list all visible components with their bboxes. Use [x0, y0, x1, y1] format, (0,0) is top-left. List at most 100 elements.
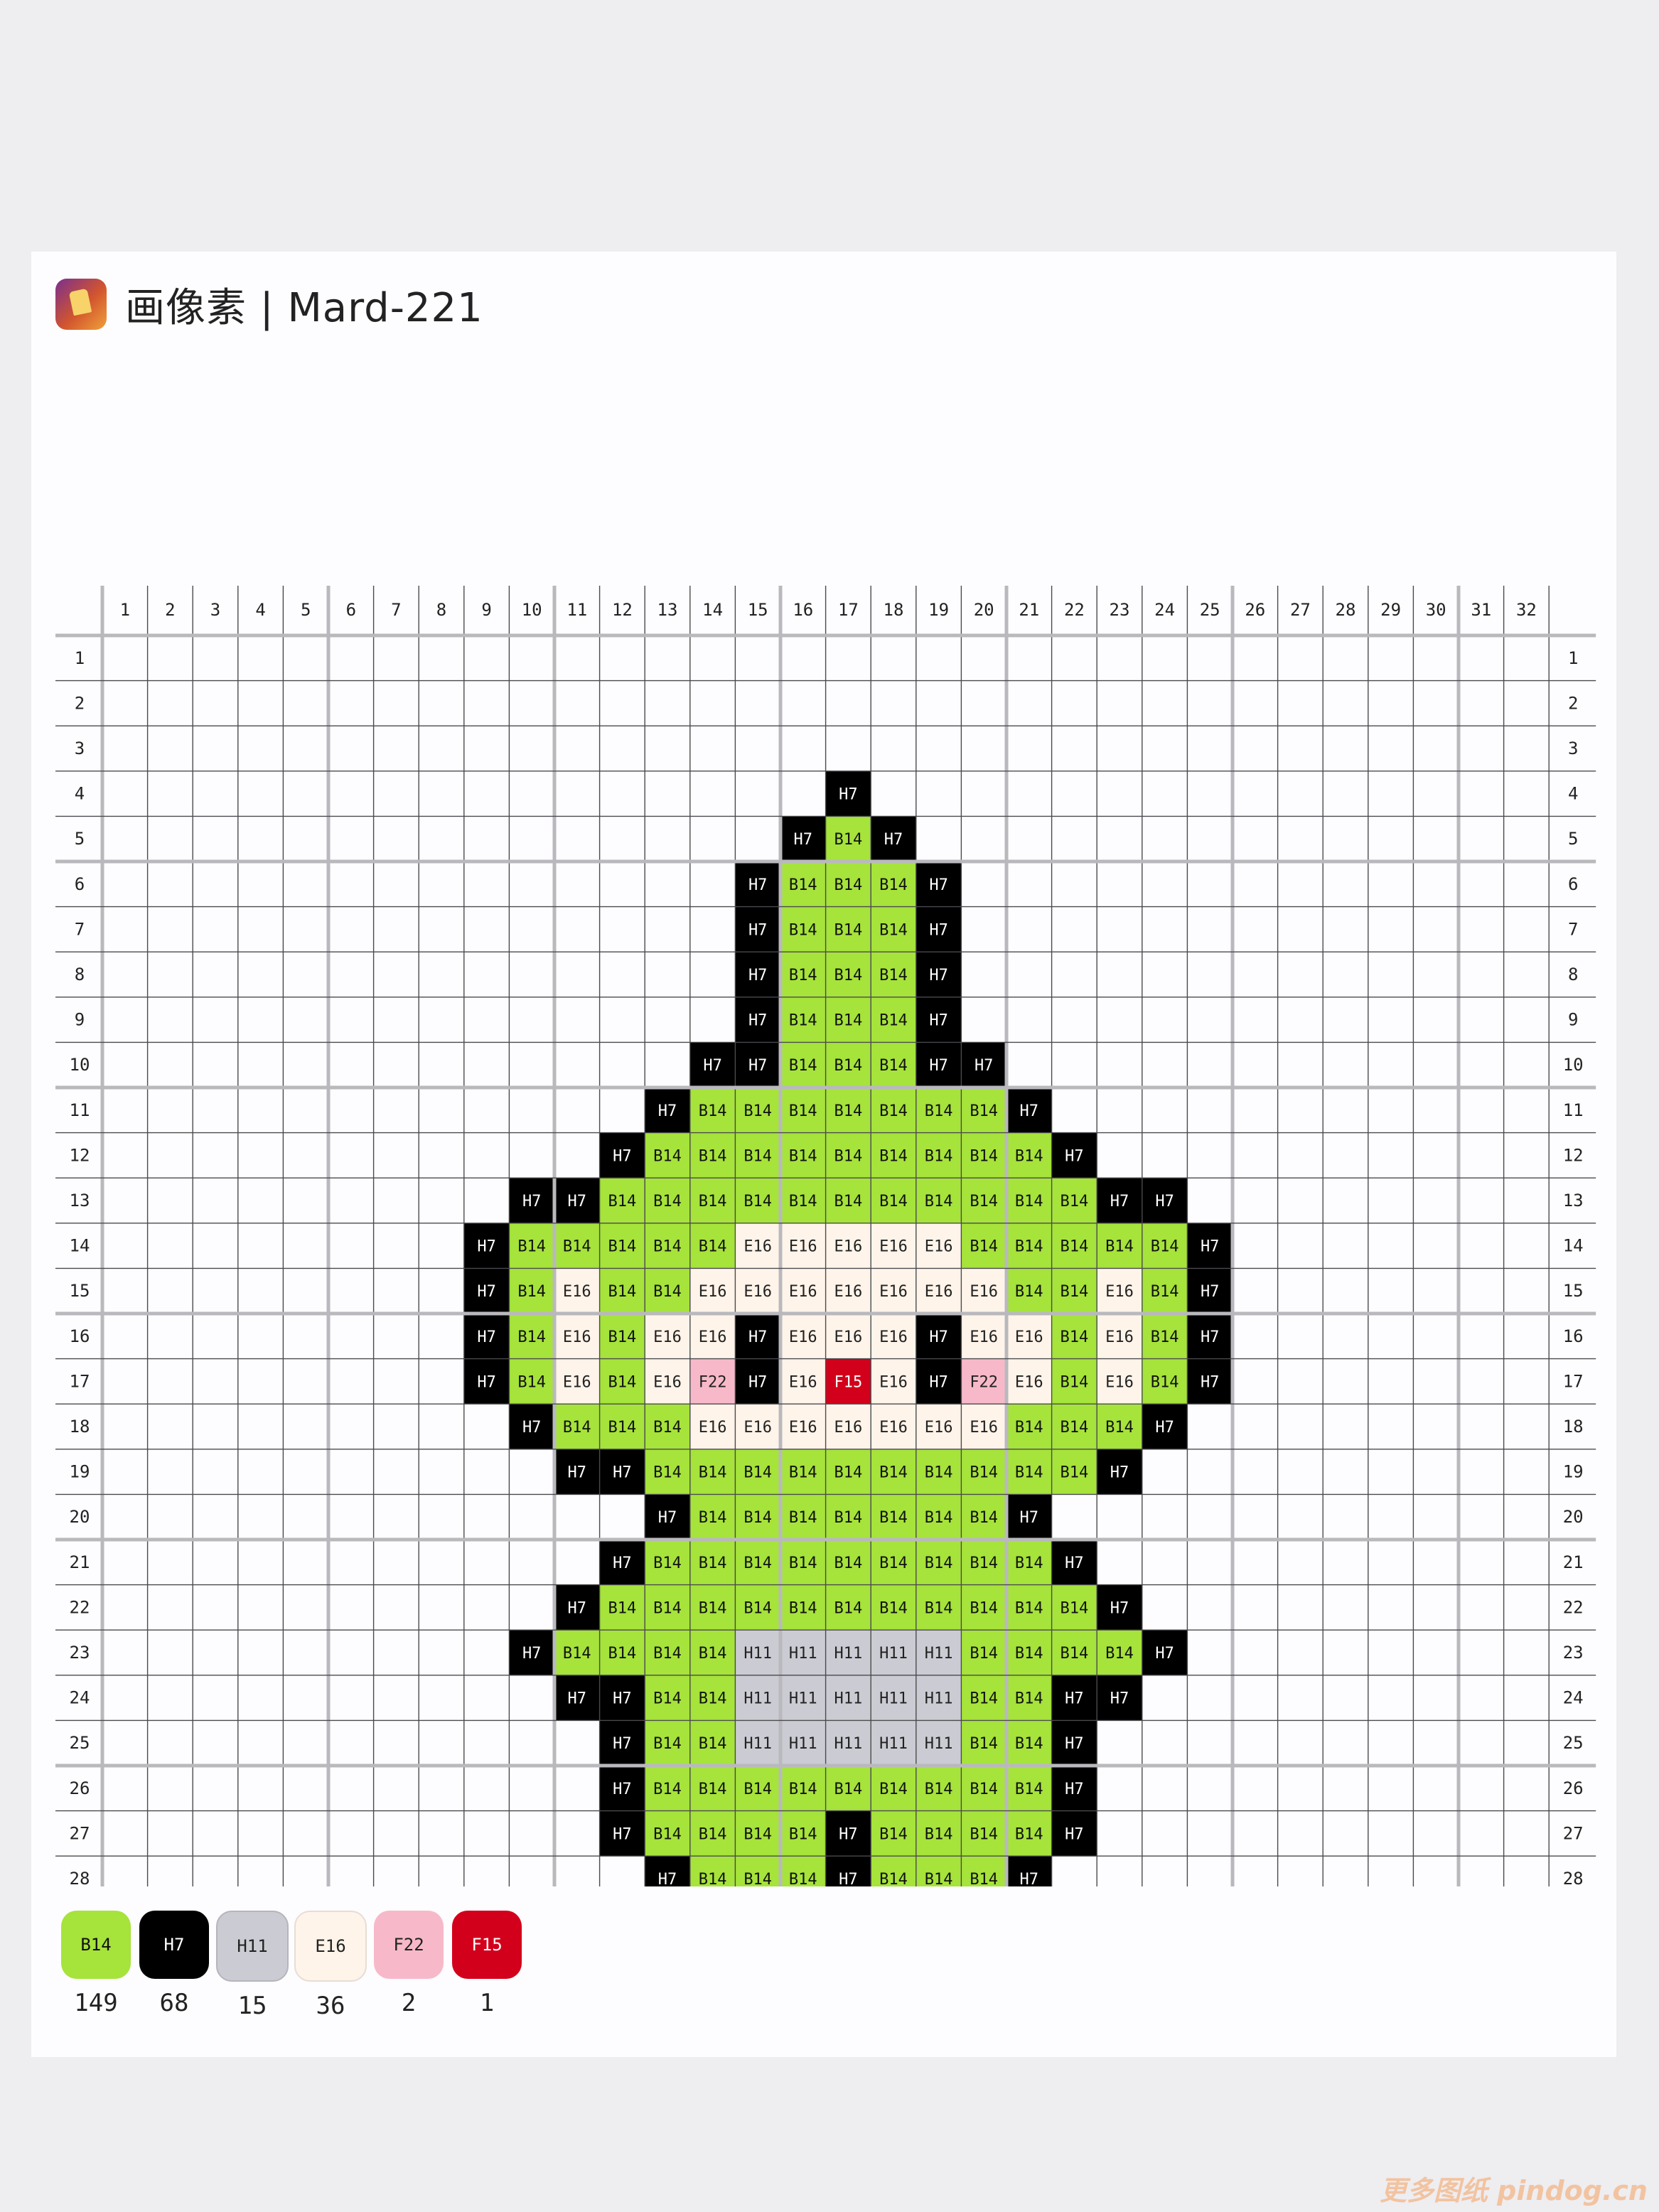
bead-cell-code: H7: [568, 1690, 587, 1708]
bead-cell-code: B14: [789, 1599, 817, 1617]
bead-cell-code: B14: [699, 1871, 727, 1886]
bead-cell-code: B14: [1015, 1645, 1043, 1663]
row-label-right: 28: [1563, 1869, 1584, 1886]
bead-cell-code: B14: [925, 1555, 953, 1572]
bead-cell-code: B14: [1151, 1373, 1179, 1391]
bead-cell-code: B14: [834, 876, 863, 894]
bead-cell-code: E16: [834, 1328, 863, 1346]
bead-cell-code: B14: [1015, 1781, 1043, 1798]
row-label-left: 9: [75, 1010, 85, 1030]
bead-cell-code: H7: [929, 1328, 948, 1346]
bead-cell-code: B14: [970, 1825, 998, 1843]
bead-cell-code: H7: [748, 1328, 768, 1346]
bead-cell-code: H7: [658, 1871, 677, 1886]
bead-cell-code: B14: [608, 1419, 637, 1437]
bead-cell-code: B14: [743, 1147, 772, 1165]
palette-item: H7 68: [135, 1911, 213, 2020]
bead-cell-code: B14: [699, 1825, 727, 1843]
bead-cell-code: B14: [653, 1781, 682, 1798]
bead-cell-code: E16: [699, 1328, 727, 1346]
bead-cell-code: H7: [748, 921, 768, 939]
bead-cell-code: B14: [925, 1147, 953, 1165]
bead-cell-code: H11: [743, 1645, 772, 1663]
bead-cell-code: F15: [834, 1373, 863, 1391]
bead-cell-code: B14: [970, 1599, 998, 1617]
bead-cell-code: B14: [1061, 1599, 1089, 1617]
palette-item: F22 2: [370, 1911, 448, 2020]
row-label-left: 26: [70, 1778, 90, 1798]
bead-cell-code: B14: [879, 1147, 908, 1165]
row-label-left: 18: [70, 1417, 90, 1437]
row-label-right: 10: [1563, 1055, 1584, 1075]
column-label-top: 17: [838, 600, 859, 620]
row-label-left: 20: [70, 1507, 90, 1527]
row-label-left: 19: [70, 1462, 90, 1482]
bead-cell-code: B14: [925, 1509, 953, 1527]
bead-cell-code: B14: [1061, 1328, 1089, 1346]
bead-cell-code: E16: [563, 1373, 591, 1391]
bead-cell-code: H7: [1065, 1555, 1084, 1572]
bead-cell-code: H11: [789, 1645, 817, 1663]
bead-cell-code: B14: [834, 1781, 863, 1798]
bead-grid: H7 H7 B14 H7 H7 B14 B14 B14 H7 H7 B14 B14 B14 H7 H7 B14…: [55, 586, 1596, 1886]
row-label-left: 21: [70, 1552, 90, 1572]
column-label-top: 24: [1154, 600, 1175, 620]
bead-cell-code: H7: [748, 876, 768, 894]
bead-cell-code: E16: [1105, 1373, 1134, 1391]
bead-cell-code: B14: [699, 1193, 727, 1210]
bead-cell-code: H7: [839, 1825, 858, 1843]
column-label-top: 15: [748, 600, 768, 620]
bead-cell-code: B14: [653, 1690, 682, 1708]
bead-cell-code: B14: [970, 1781, 998, 1798]
bead-cell-code: B14: [789, 1147, 817, 1165]
bead-cell-code: F22: [699, 1373, 727, 1391]
row-label-right: 6: [1568, 874, 1578, 894]
bead-cell-code: B14: [1061, 1238, 1089, 1256]
row-label-left: 28: [70, 1869, 90, 1886]
bead-cell-code: B14: [834, 921, 863, 939]
bead-cell-code: E16: [879, 1283, 908, 1301]
bead-cell-code: H7: [1201, 1238, 1220, 1256]
bead-cell-code: B14: [970, 1509, 998, 1527]
bead-cell-code: H11: [925, 1645, 953, 1663]
bead-cell-code: H7: [1201, 1373, 1220, 1391]
bead-cell-code: B14: [789, 1781, 817, 1798]
row-label-left: 2: [75, 693, 85, 713]
bead-cell-code: B14: [699, 1147, 727, 1165]
bead-cell-code: E16: [879, 1419, 908, 1437]
bead-cell-code: B14: [879, 967, 908, 984]
bead-cell-code: E16: [1105, 1283, 1134, 1301]
bead-cell-code: B14: [1151, 1328, 1179, 1346]
bead-cell-code: H7: [477, 1238, 496, 1256]
row-label-right: 1: [1568, 648, 1578, 668]
bead-cell-code: B14: [653, 1464, 682, 1482]
bead-cell-code: B14: [879, 1825, 908, 1843]
bead-cell-code: B14: [699, 1464, 727, 1482]
bead-cell-code: H7: [1065, 1690, 1084, 1708]
bead-cell-code: H7: [748, 1057, 768, 1075]
bead-cell-code: B14: [1105, 1238, 1134, 1256]
row-label-left: 8: [75, 965, 85, 984]
bead-cell-code: B14: [834, 1193, 863, 1210]
column-label-top: 31: [1471, 600, 1491, 620]
bead-cell-code: B14: [699, 1599, 727, 1617]
bead-cell-code: H7: [613, 1690, 632, 1708]
column-label-top: 11: [567, 600, 587, 620]
bead-cell-code: B14: [834, 1147, 863, 1165]
bead-cell-code: B14: [834, 831, 863, 849]
bead-cell-code: B14: [970, 1147, 998, 1165]
bead-cell-code: E16: [970, 1328, 998, 1346]
row-label-right: 2: [1568, 693, 1578, 713]
palette-item: H11 15: [213, 1911, 291, 2020]
bead-cell-code: B14: [834, 1057, 863, 1075]
bead-cell-code: H7: [703, 1057, 722, 1075]
bead-cell-code: H7: [1155, 1193, 1174, 1210]
bead-cell-code: B14: [653, 1645, 682, 1663]
bead-cell-code: B14: [563, 1238, 591, 1256]
bead-cell-code: H7: [1020, 1871, 1039, 1886]
palette-count: 36: [316, 1992, 345, 2020]
bead-cell-code: B14: [925, 1193, 953, 1210]
bead-cell-code: B14: [970, 1735, 998, 1753]
bead-cell-code: B14: [834, 1102, 863, 1120]
column-label-top: 29: [1380, 600, 1401, 620]
